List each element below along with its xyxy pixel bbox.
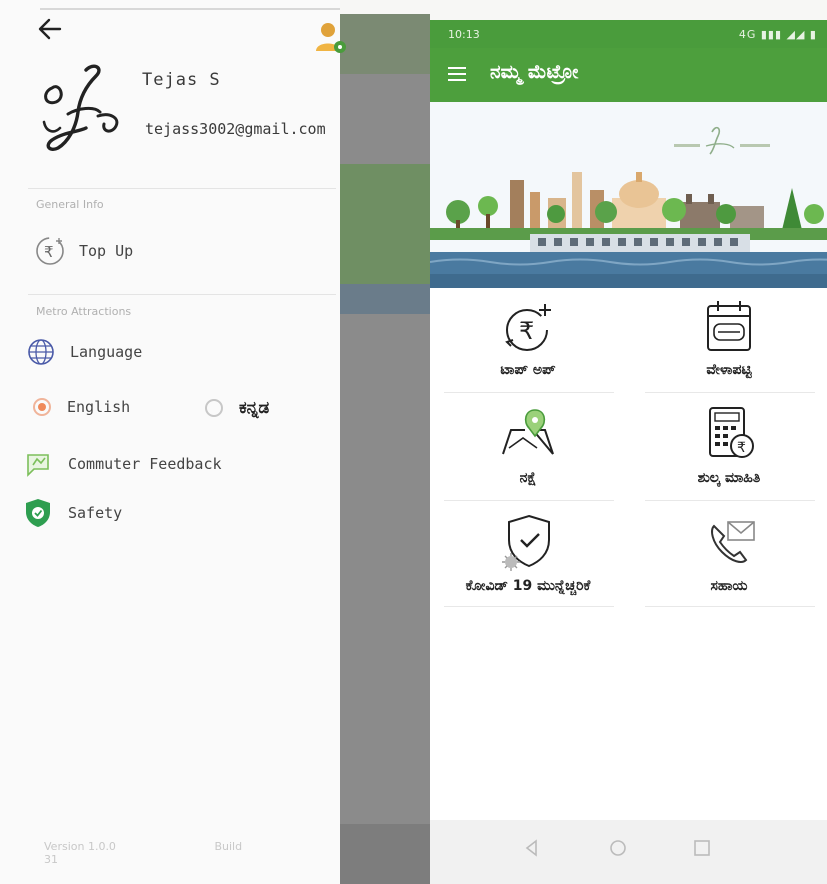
dimmed-background[interactable] xyxy=(340,14,430,884)
user-name: Tejas S xyxy=(142,70,221,90)
rupee-topup-icon: ₹ xyxy=(36,237,64,265)
drawer-divider xyxy=(28,294,336,295)
tile-divider xyxy=(645,606,815,607)
tile-divider xyxy=(645,500,815,501)
tile-label: ಸಹಾಯ xyxy=(710,578,748,594)
back-arrow-icon[interactable] xyxy=(36,16,64,42)
dimmed-navbar xyxy=(340,824,430,884)
user-signature-avatar xyxy=(42,64,119,151)
svg-text:₹: ₹ xyxy=(44,243,54,261)
profile-settings-icon[interactable] xyxy=(313,20,349,56)
navigation-drawer: Tejas S tejass3002@gmail.com General Inf… xyxy=(0,0,346,884)
tile-divider xyxy=(645,392,815,393)
feedback-icon xyxy=(27,454,49,477)
tile-label: ಕೋವಿಡ್ 19 ಮುನ್ನೆಚ್ಚರಿಕೆ xyxy=(465,578,591,594)
hamburger-menu-icon[interactable] xyxy=(448,67,466,81)
tile-divider xyxy=(444,392,614,393)
home-nav-icon[interactable] xyxy=(608,838,628,858)
svg-text:₹: ₹ xyxy=(519,317,534,345)
covid-shield-icon xyxy=(502,514,550,571)
svg-text:₹: ₹ xyxy=(737,440,746,456)
back-nav-icon[interactable] xyxy=(522,838,542,858)
recents-nav-icon[interactable] xyxy=(692,838,712,858)
safety-label: Safety xyxy=(68,504,123,522)
drawer-item-feedback[interactable]: Commuter Feedback xyxy=(24,451,222,477)
help-phone-icon xyxy=(711,521,755,563)
tile-help[interactable]: ಸಹಾಯ xyxy=(631,504,827,604)
app-title: ನಮ್ಮ ಮೆಟ್ರೋ xyxy=(490,61,579,83)
radio-english[interactable]: English xyxy=(33,398,130,416)
tile-label: ಶುಲ್ಕ ಮಾಹಿತಿ xyxy=(697,470,761,486)
tile-topup[interactable]: ₹ ಟಾಪ್ ಅಪ್ xyxy=(430,288,626,388)
tile-label: ವೇಳಾಪಟ್ಟಿ xyxy=(706,362,752,378)
tile-fare-info[interactable]: ₹ ಶುಲ್ಕ ಮಾಹಿತಿ xyxy=(631,396,827,496)
radio-button-unselected[interactable] xyxy=(205,399,223,417)
tile-divider xyxy=(444,606,614,607)
tile-map[interactable]: ನಕ್ಷೆ xyxy=(430,396,626,496)
system-navigation-bar xyxy=(430,820,827,884)
radio-button-selected[interactable] xyxy=(33,398,51,416)
section-label-metro: Metro Attractions xyxy=(36,305,132,318)
app-screen: 10:13 4G ▮▮▮ ◢◢ ▮ ನಮ್ಮ ಮೆಟ್ರೋ ₹ ಟಾಪ್ ಅಪ್… xyxy=(430,20,827,884)
tile-label: ನಕ್ಷೆ xyxy=(519,470,537,486)
feedback-label: Commuter Feedback xyxy=(68,455,222,473)
drawer-footer: Version 1.0.0 Build 31 xyxy=(44,840,340,866)
dimmed-banner xyxy=(340,164,430,284)
tile-covid-precautions[interactable]: ಕೋವಿಡ್ 19 ಮುನ್ನೆಚ್ಚರಿಕೆ xyxy=(430,504,626,604)
language-label: Language xyxy=(70,343,143,361)
drawer-item-language[interactable]: Language xyxy=(26,337,142,367)
drawer-top-divider xyxy=(40,8,340,10)
status-bar: 10:13 4G ▮▮▮ ◢◢ ▮ xyxy=(430,20,827,48)
dimmed-toolbar xyxy=(340,14,430,74)
shield-icon xyxy=(26,499,50,527)
section-label-general: General Info xyxy=(36,198,104,211)
app-bar: ನಮ್ಮ ಮೆಟ್ರೋ xyxy=(430,48,827,102)
drawer-divider xyxy=(28,188,336,189)
version-text: Version 1.0.0 xyxy=(44,840,116,853)
rupee-topup-icon: ₹ xyxy=(505,304,551,351)
signal-battery-icon: 4G ▮▮▮ ◢◢ ▮ xyxy=(738,28,817,41)
globe-icon xyxy=(28,339,54,365)
drawer-item-topup[interactable]: ₹ Top Up xyxy=(35,236,133,266)
tile-divider xyxy=(444,500,614,501)
radio-kannada-label: ಕನ್ನಡ xyxy=(239,398,270,418)
city-skyline-banner xyxy=(430,102,827,288)
tile-timetable[interactable]: ವೇಳಾಪಟ್ಟಿ xyxy=(631,288,827,388)
radio-english-label: English xyxy=(67,398,131,416)
drawer-item-safety[interactable]: Safety xyxy=(24,497,122,529)
timetable-icon xyxy=(707,301,751,351)
map-icon xyxy=(502,409,554,455)
radio-kannada[interactable]: ಕನ್ನಡ xyxy=(205,398,269,418)
fare-calculator-icon: ₹ xyxy=(709,407,754,458)
status-time: 10:13 xyxy=(448,28,480,41)
tile-label: ಟಾಪ್ ಅಪ್ xyxy=(500,362,556,378)
dimmed-banner-water xyxy=(340,284,430,314)
user-email: tejass3002@gmail.com xyxy=(145,120,326,138)
topup-label: Top Up xyxy=(79,242,134,260)
